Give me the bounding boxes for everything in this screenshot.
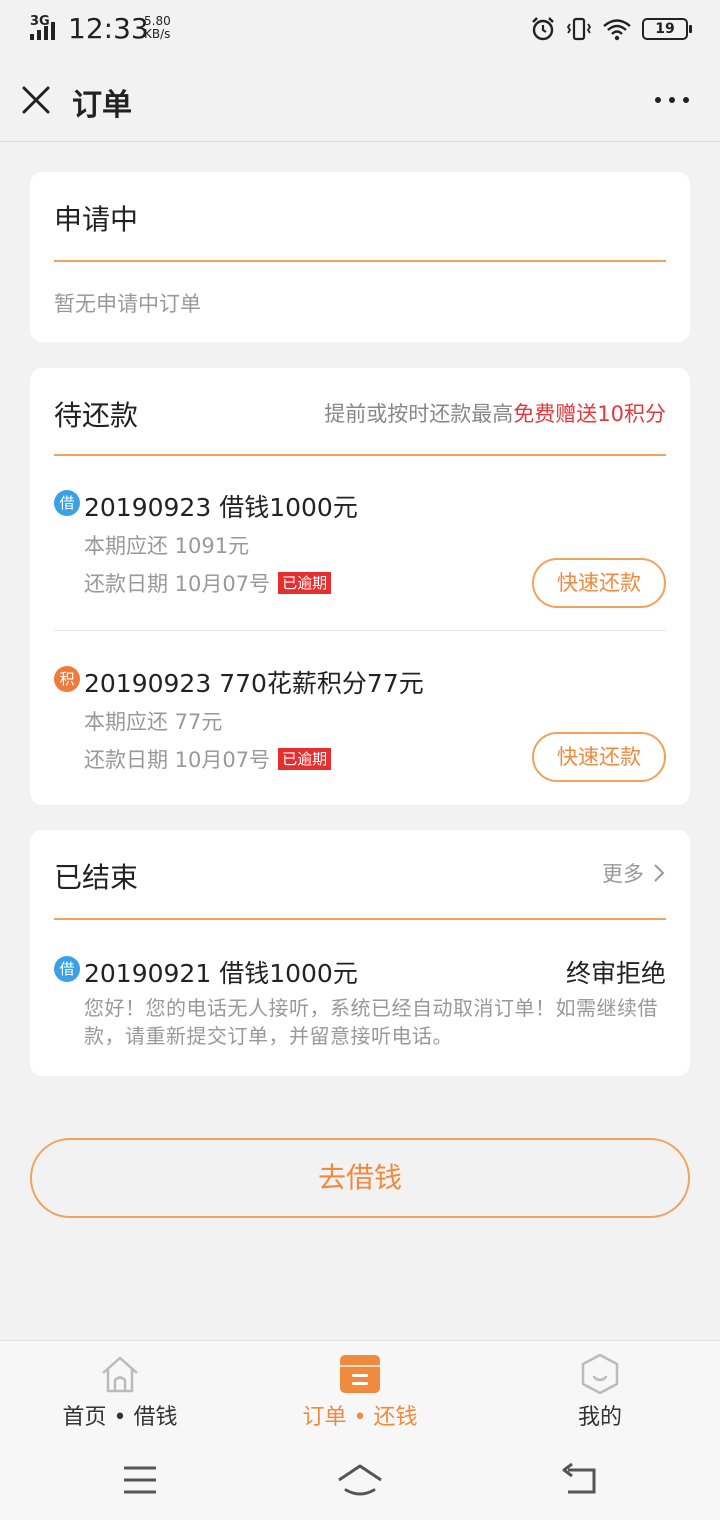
applying-card-header: 申请中 bbox=[54, 172, 666, 262]
quick-repay-button[interactable]: 快速还款 bbox=[532, 558, 666, 608]
vibrate-icon bbox=[566, 17, 592, 41]
profile-icon bbox=[581, 1353, 619, 1395]
home-nav-icon bbox=[338, 1464, 382, 1496]
pending-title: 待还款 bbox=[54, 399, 139, 432]
pending-card: 待还款 提前或按时还款最高免费赠送10积分 借 20190923 借钱1000元… bbox=[30, 368, 690, 805]
overdue-badge: 已逾期 bbox=[278, 572, 332, 594]
orders-icon bbox=[340, 1355, 380, 1393]
order-title: 20190923 770花薪积分77元 bbox=[84, 669, 424, 698]
order-result-status: 终审拒绝 bbox=[565, 959, 666, 988]
applying-empty-text: 暂无申请中订单 bbox=[54, 292, 201, 316]
tab-profile[interactable]: 我的 bbox=[480, 1341, 720, 1441]
order-date-row: 还款日期 10月07号 已逾期 bbox=[84, 744, 332, 774]
more-link-label: 更多 bbox=[602, 862, 644, 886]
close-button[interactable] bbox=[18, 82, 54, 118]
more-dots-icon bbox=[655, 97, 689, 103]
bottom-tab-bar: 首页 • 借钱 订单 • 还钱 我的 bbox=[0, 1340, 720, 1440]
order-title: 20190923 借钱1000元 bbox=[84, 493, 358, 522]
close-icon bbox=[22, 86, 50, 114]
status-bar: 3G 12:33 5.80 KB/s 19 bbox=[0, 0, 720, 58]
menu-button[interactable] bbox=[118, 1460, 162, 1500]
chevron-right-icon bbox=[654, 864, 665, 882]
order-divider bbox=[54, 630, 666, 631]
tab-label: 我的 bbox=[577, 1405, 622, 1430]
loan-badge: 借 bbox=[54, 956, 80, 982]
tab-home[interactable]: 首页 • 借钱 bbox=[0, 1341, 240, 1441]
system-nav-bar bbox=[0, 1440, 720, 1520]
tab-label: 订单 • 还钱 bbox=[302, 1405, 418, 1430]
finished-title: 已结束 bbox=[54, 861, 139, 894]
battery-icon: 19 bbox=[642, 18, 692, 40]
order-description: 您好！您的电话无人接听，系统已经自动取消订单！如需继续借款，请重新提交订单，并留… bbox=[84, 996, 658, 1048]
tab-label: 首页 • 借钱 bbox=[62, 1405, 178, 1430]
finished-card: 已结束 更多 借 20190921 借钱1000元 终审拒绝 您好！您的电话无人… bbox=[30, 830, 690, 1076]
applying-title: 申请中 bbox=[54, 203, 139, 236]
status-icons: 19 bbox=[530, 14, 692, 44]
signal-icon: 3G bbox=[30, 14, 62, 40]
quick-repay-button[interactable]: 快速还款 bbox=[532, 732, 666, 782]
tab-orders[interactable]: 订单 • 还钱 bbox=[240, 1341, 480, 1441]
order-title: 20190921 借钱1000元 bbox=[84, 959, 358, 988]
finished-order[interactable]: 借 20190921 借钱1000元 终审拒绝 您好！您的电话无人接听，系统已经… bbox=[54, 956, 666, 1056]
pending-note-text: 提前或按时还款最高 bbox=[324, 402, 514, 426]
network-speed: 5.80 KB/s bbox=[144, 15, 171, 41]
alarm-icon bbox=[532, 17, 554, 41]
home-icon bbox=[102, 1356, 138, 1393]
order-amount: 本期应还 1091元 bbox=[84, 534, 250, 558]
go-borrow-button[interactable]: 去借钱 bbox=[30, 1138, 690, 1218]
pending-order-points: 积 20190923 770花薪积分77元 本期应还 77元 还款日期 10月0… bbox=[54, 666, 666, 796]
back-nav-button[interactable] bbox=[558, 1460, 602, 1500]
pending-order-loan: 借 20190923 借钱1000元 本期应还 1091元 还款日期 10月07… bbox=[54, 490, 666, 620]
finished-card-header: 已结束 更多 bbox=[54, 830, 666, 920]
status-time: 12:33 bbox=[68, 12, 149, 45]
order-date-row: 还款日期 10月07号 已逾期 bbox=[84, 568, 332, 598]
back-icon bbox=[562, 1462, 596, 1494]
menu-icon bbox=[124, 1466, 156, 1494]
loan-badge: 借 bbox=[54, 490, 80, 516]
home-nav-button[interactable] bbox=[336, 1460, 384, 1500]
more-link[interactable]: 更多 bbox=[602, 858, 666, 888]
pending-bonus-note: 提前或按时还款最高免费赠送10积分 bbox=[324, 398, 666, 428]
more-button[interactable] bbox=[652, 86, 692, 114]
battery-level: 19 bbox=[655, 21, 675, 37]
page-title: 订单 bbox=[72, 88, 132, 123]
page-header: 订单 bbox=[0, 58, 720, 142]
pending-note-highlight: 免费赠送10积分 bbox=[513, 402, 666, 426]
applying-card: 申请中 暂无申请中订单 bbox=[30, 172, 690, 342]
points-badge: 积 bbox=[54, 666, 80, 692]
overdue-badge: 已逾期 bbox=[278, 748, 332, 770]
order-due-date: 还款日期 10月07号 bbox=[84, 572, 271, 596]
wifi-icon bbox=[603, 19, 631, 41]
order-amount: 本期应还 77元 bbox=[84, 710, 223, 734]
pending-card-header: 待还款 提前或按时还款最高免费赠送10积分 bbox=[54, 368, 666, 456]
order-due-date: 还款日期 10月07号 bbox=[84, 748, 271, 772]
network-speed-unit: KB/s bbox=[144, 27, 171, 41]
